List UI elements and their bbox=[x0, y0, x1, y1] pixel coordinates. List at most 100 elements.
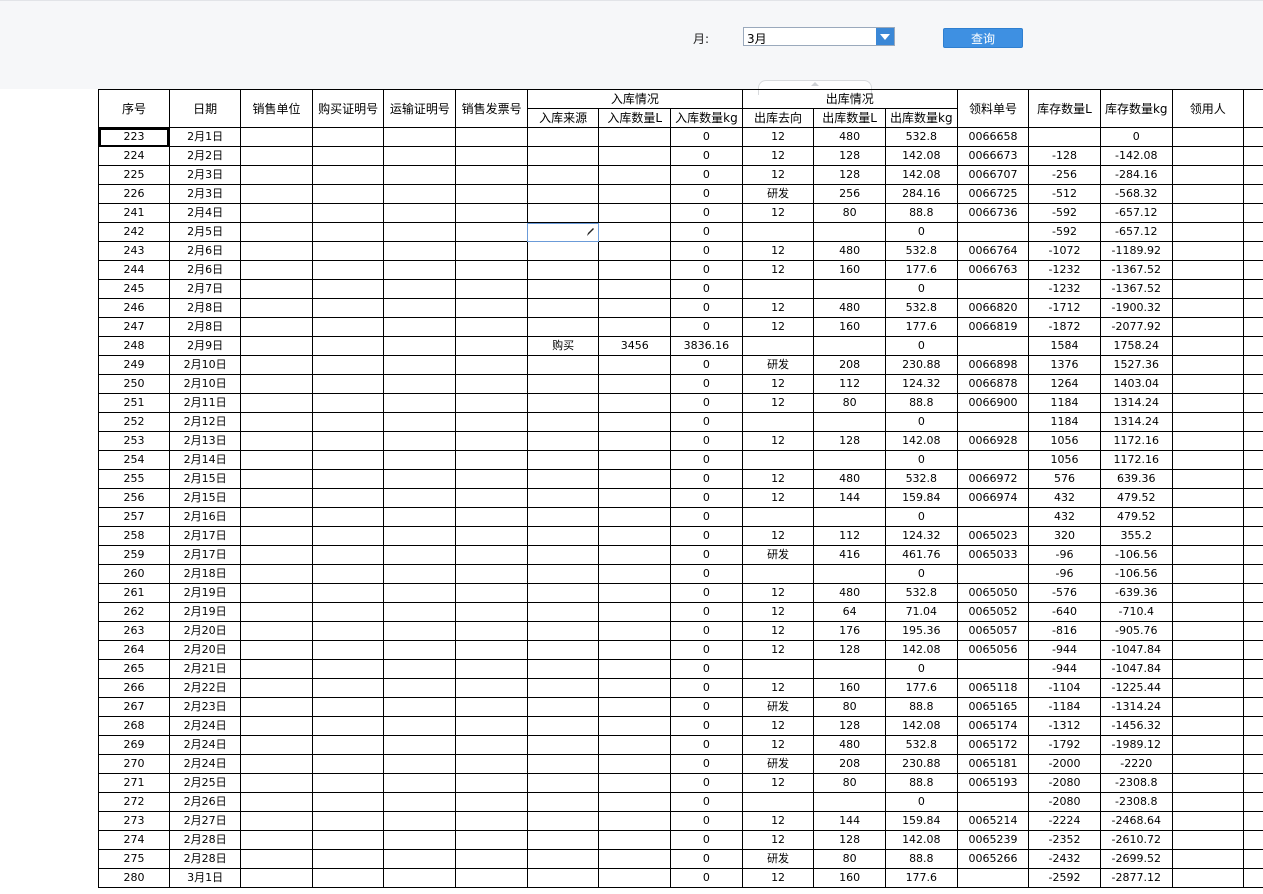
cell-receiver[interactable] bbox=[1171, 412, 1244, 432]
cell-stock-l[interactable]: -2592 bbox=[1028, 868, 1101, 888]
cell-date[interactable]: 2月16日 bbox=[168, 507, 242, 527]
cell-invoice[interactable] bbox=[455, 203, 528, 223]
cell-stock-kg[interactable]: -1225.44 bbox=[1099, 678, 1173, 698]
cell-sales-unit[interactable] bbox=[240, 336, 313, 356]
cell-stock-l[interactable]: -1104 bbox=[1028, 678, 1101, 698]
cell-sales-unit[interactable] bbox=[240, 773, 313, 793]
cell-outbound-qty-kg[interactable]: 0 bbox=[884, 507, 958, 527]
cell-outbound-dest[interactable]: 研发 bbox=[741, 849, 815, 869]
cell-transport-cert[interactable] bbox=[383, 203, 457, 223]
cell-outbound-qty-l[interactable] bbox=[813, 412, 886, 432]
cell-outbound-qty-kg[interactable]: 159.84 bbox=[884, 488, 958, 508]
cell-inbound-source[interactable] bbox=[526, 355, 600, 375]
col-header-transport-cert[interactable]: 运输证明号 bbox=[383, 89, 457, 128]
cell-transport-cert[interactable] bbox=[383, 355, 457, 375]
cell-date[interactable]: 2月23日 bbox=[168, 697, 242, 717]
cell-transport-cert[interactable] bbox=[383, 811, 457, 831]
cell-seq[interactable]: 255 bbox=[98, 469, 170, 489]
cell-date[interactable]: 2月20日 bbox=[168, 621, 242, 641]
cell-inbound-qty-kg[interactable]: 0 bbox=[670, 355, 743, 375]
cell-receiver[interactable] bbox=[1171, 526, 1244, 546]
cell-sales-unit[interactable] bbox=[240, 374, 313, 394]
cell-receiver[interactable] bbox=[1171, 450, 1244, 470]
cell-transport-cert[interactable] bbox=[383, 317, 457, 337]
cell-stock-kg[interactable]: -284.16 bbox=[1099, 165, 1173, 185]
cell-transport-cert[interactable] bbox=[383, 507, 457, 527]
cell-receiver[interactable] bbox=[1171, 298, 1244, 318]
cell-purchase-cert[interactable] bbox=[311, 697, 385, 717]
cell-inbound-source[interactable] bbox=[526, 241, 600, 261]
cell-inbound-source[interactable] bbox=[526, 450, 600, 470]
cell-purchase-cert[interactable] bbox=[311, 355, 385, 375]
cell-transport-cert[interactable] bbox=[383, 241, 457, 261]
cell-outbound-qty-kg[interactable]: 0 bbox=[884, 279, 958, 299]
cell-outbound-qty-kg[interactable]: 142.08 bbox=[884, 146, 958, 166]
cell-seq[interactable]: 269 bbox=[98, 735, 170, 755]
cell-transport-cert[interactable] bbox=[383, 146, 457, 166]
cell-transport-cert[interactable] bbox=[383, 621, 457, 641]
cell-inbound-qty-kg[interactable]: 0 bbox=[670, 640, 743, 660]
cell-stock-l[interactable]: -576 bbox=[1028, 583, 1101, 603]
cell-purchase-cert[interactable] bbox=[311, 393, 385, 413]
cell-stock-l[interactable]: -1712 bbox=[1028, 298, 1101, 318]
cell-stock-kg[interactable]: -568.32 bbox=[1099, 184, 1173, 204]
cell-inbound-source[interactable] bbox=[526, 374, 600, 394]
cell-inbound-source[interactable] bbox=[526, 849, 600, 869]
cell-extra[interactable] bbox=[1242, 127, 1263, 147]
cell-requisition[interactable]: 0066819 bbox=[956, 317, 1030, 337]
cell-date[interactable]: 2月8日 bbox=[168, 298, 242, 318]
cell-outbound-qty-l[interactable]: 480 bbox=[813, 735, 886, 755]
cell-stock-kg[interactable]: -905.76 bbox=[1099, 621, 1173, 641]
cell-purchase-cert[interactable] bbox=[311, 811, 385, 831]
cell-invoice[interactable] bbox=[455, 792, 528, 812]
cell-invoice[interactable] bbox=[455, 488, 528, 508]
cell-outbound-qty-kg[interactable]: 177.6 bbox=[884, 868, 958, 888]
cell-date[interactable]: 2月12日 bbox=[168, 412, 242, 432]
cell-outbound-qty-l[interactable]: 64 bbox=[813, 602, 886, 622]
cell-seq[interactable]: 275 bbox=[98, 849, 170, 869]
cell-extra[interactable] bbox=[1242, 849, 1263, 869]
cell-outbound-qty-l[interactable] bbox=[813, 336, 886, 356]
cell-requisition[interactable]: 0065174 bbox=[956, 716, 1030, 736]
cell-extra[interactable] bbox=[1242, 336, 1263, 356]
col-header-invoice[interactable]: 销售发票号 bbox=[455, 89, 528, 128]
cell-seq[interactable]: 253 bbox=[98, 431, 170, 451]
cell-stock-l[interactable]: -1232 bbox=[1028, 260, 1101, 280]
cell-outbound-dest[interactable]: 研发 bbox=[741, 184, 815, 204]
cell-extra[interactable] bbox=[1242, 811, 1263, 831]
col-header-stock-l[interactable]: 库存数量L bbox=[1028, 89, 1101, 128]
cell-invoice[interactable] bbox=[455, 659, 528, 679]
cell-inbound-qty-l[interactable] bbox=[598, 564, 672, 584]
cell-stock-kg[interactable]: 355.2 bbox=[1099, 526, 1173, 546]
cell-outbound-qty-kg[interactable]: 532.8 bbox=[884, 735, 958, 755]
cell-stock-l[interactable]: 576 bbox=[1028, 469, 1101, 489]
cell-stock-l[interactable] bbox=[1028, 127, 1101, 147]
cell-inbound-qty-kg[interactable]: 0 bbox=[670, 374, 743, 394]
cell-stock-l[interactable]: -96 bbox=[1028, 564, 1101, 584]
cell-receiver[interactable] bbox=[1171, 849, 1244, 869]
cell-outbound-dest[interactable] bbox=[741, 412, 815, 432]
cell-stock-kg[interactable]: -1989.12 bbox=[1099, 735, 1173, 755]
cell-outbound-qty-kg[interactable]: 532.8 bbox=[884, 298, 958, 318]
cell-receiver[interactable] bbox=[1171, 279, 1244, 299]
cell-inbound-source[interactable] bbox=[526, 507, 600, 527]
cell-inbound-qty-l[interactable] bbox=[598, 621, 672, 641]
cell-requisition[interactable]: 0066928 bbox=[956, 431, 1030, 451]
cell-inbound-qty-l[interactable] bbox=[598, 754, 672, 774]
cell-purchase-cert[interactable] bbox=[311, 165, 385, 185]
cell-sales-unit[interactable] bbox=[240, 849, 313, 869]
cell-seq[interactable]: 224 bbox=[98, 146, 170, 166]
col-header-outbound-dest[interactable]: 出库去向 bbox=[741, 108, 815, 128]
cell-receiver[interactable] bbox=[1171, 241, 1244, 261]
cell-stock-l[interactable]: -1792 bbox=[1028, 735, 1101, 755]
cell-seq[interactable]: 266 bbox=[98, 678, 170, 698]
cell-purchase-cert[interactable] bbox=[311, 336, 385, 356]
cell-seq[interactable]: 274 bbox=[98, 830, 170, 850]
cell-stock-l[interactable]: -512 bbox=[1028, 184, 1101, 204]
cell-outbound-qty-kg[interactable]: 124.32 bbox=[884, 374, 958, 394]
cell-inbound-source[interactable] bbox=[526, 640, 600, 660]
cell-seq[interactable]: 263 bbox=[98, 621, 170, 641]
cell-inbound-qty-l[interactable] bbox=[598, 146, 672, 166]
cell-purchase-cert[interactable] bbox=[311, 735, 385, 755]
cell-outbound-dest[interactable] bbox=[741, 336, 815, 356]
